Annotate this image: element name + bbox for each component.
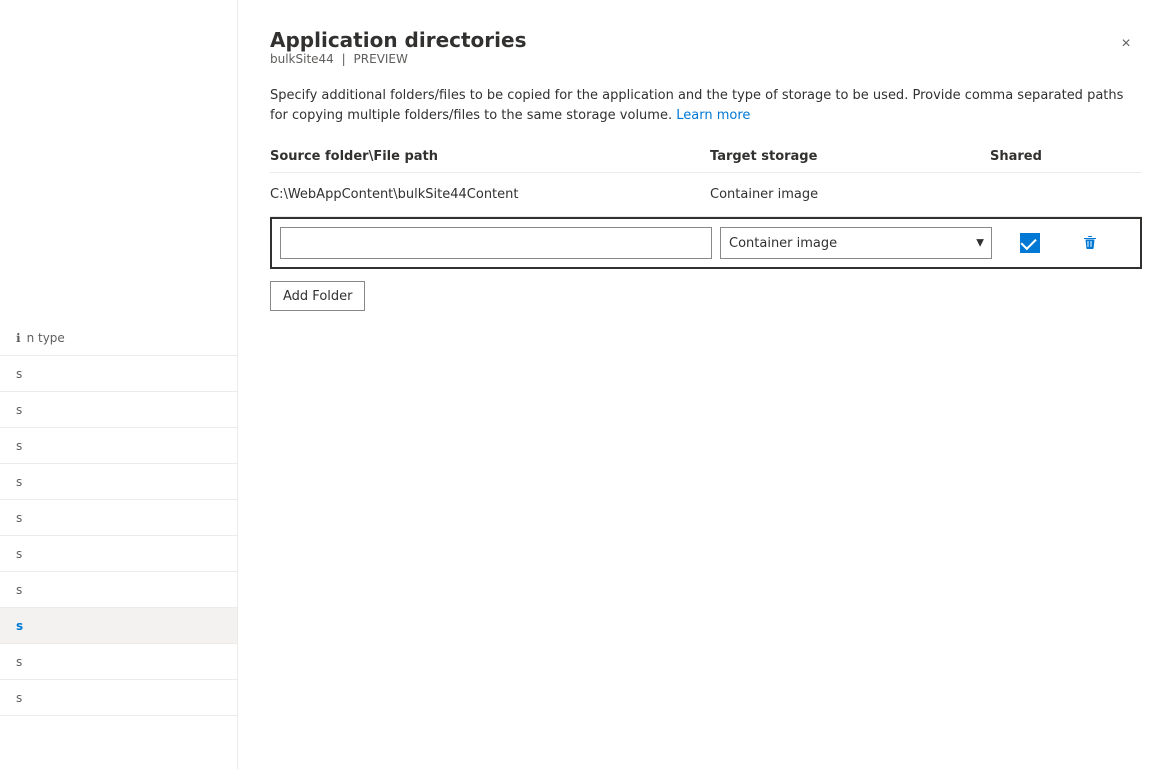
sidebar-item-1[interactable]: s: [0, 356, 237, 392]
col-header-shared: Shared: [990, 149, 1110, 164]
target-storage-dropdown-wrapper: Container image Azure Storage ▼: [720, 227, 992, 259]
info-icon: ℹ: [16, 331, 21, 345]
sidebar-item-9[interactable]: s: [0, 644, 237, 680]
add-folder-button[interactable]: Add Folder: [270, 281, 365, 311]
dialog-subtitle: bulkSite44 | PREVIEW: [270, 52, 526, 66]
sidebar-item-10[interactable]: s: [0, 680, 237, 716]
sidebar-item-6[interactable]: s: [0, 536, 237, 572]
dialog-header: Application directories bulkSite44 | PRE…: [270, 28, 1142, 82]
sidebar-item-7[interactable]: s: [0, 572, 237, 608]
source-path-input[interactable]: [280, 227, 712, 259]
col-header-actions: [1110, 149, 1170, 164]
trash-icon: [1082, 235, 1098, 251]
edit-row: Container image Azure Storage ▼: [270, 217, 1142, 269]
sidebar-item-4[interactable]: s: [0, 464, 237, 500]
edit-shared-cell: [1000, 233, 1060, 253]
learn-more-link[interactable]: Learn more: [676, 108, 750, 123]
table-container: Source folder\File path Target storage S…: [270, 149, 1142, 311]
row1-target-storage: Container image: [710, 187, 990, 202]
sidebar-item-2[interactable]: s: [0, 392, 237, 428]
delete-button[interactable]: [1074, 227, 1106, 259]
dialog-title: Application directories bulkSite44 | PRE…: [270, 28, 526, 82]
shared-checkbox[interactable]: [1020, 233, 1040, 253]
edit-target-cell: Container image Azure Storage ▼: [720, 227, 1000, 259]
edit-source-cell: [280, 227, 720, 259]
sidebar-item-3[interactable]: s: [0, 428, 237, 464]
sidebar-item-8[interactable]: s: [0, 608, 237, 644]
close-button[interactable]: ×: [1110, 28, 1142, 60]
col-header-source: Source folder\File path: [270, 149, 710, 164]
row1-source-path: C:\WebAppContent\bulkSite44Content: [270, 187, 710, 202]
col-header-target: Target storage: [710, 149, 990, 164]
sidebar-item-5[interactable]: s: [0, 500, 237, 536]
dialog-description: Specify additional folders/files to be c…: [270, 86, 1130, 125]
sidebar: ℹ n type s s s s s s s s s s: [0, 0, 238, 769]
edit-delete-cell: [1060, 227, 1120, 259]
table-header: Source folder\File path Target storage S…: [270, 149, 1142, 173]
sidebar-section-type: ℹ n type: [0, 320, 237, 356]
dialog-panel: Application directories bulkSite44 | PRE…: [238, 0, 1174, 769]
table-row: C:\WebAppContent\bulkSite44Content Conta…: [270, 173, 1142, 217]
target-storage-select[interactable]: Container image Azure Storage: [720, 227, 992, 259]
